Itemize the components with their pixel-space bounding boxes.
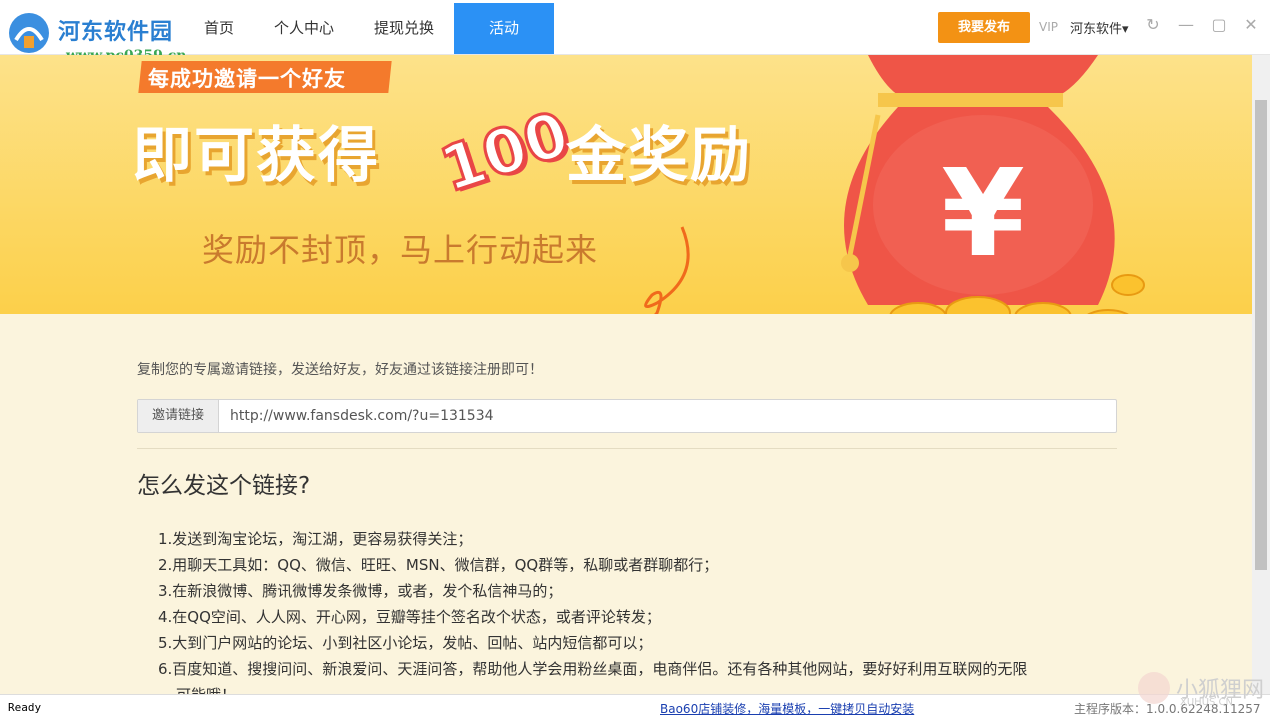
vip-badge[interactable]: VIP — [1039, 20, 1058, 34]
close-icon[interactable]: ✕ — [1240, 14, 1262, 36]
promo-banner: 每成功邀请一个好友 即可获得 100 金奖励 奖励不封顶，马上行动起来 ¥ — [0, 55, 1252, 314]
invite-link-box: 邀请链接 — [137, 399, 1120, 433]
invite-link-input[interactable] — [220, 400, 1120, 432]
list-item: 6.百度知道、搜搜问问、新浪爱问、天涯问答，帮助他人学会用粉丝桌面，电商伴侣。还… — [158, 660, 1028, 678]
invite-intro-text: 复制您的专属邀请链接，发送给好友，好友通过该链接注册即可！ — [137, 362, 543, 378]
list-item: 2.用聊天工具如：QQ、微信、旺旺、MSN、微信群，QQ群等，私聊或者群聊都行； — [158, 556, 719, 574]
banner-slogan: 奖励不封顶，马上行动起来 — [202, 231, 599, 269]
publish-button[interactable]: 我要发布 — [938, 12, 1030, 43]
banner-ribbon-text: 每成功邀请一个好友 — [148, 67, 346, 91]
list-item: 3.在新浪微博、腾讯微博发条微博，或者，发个私信神马的； — [158, 582, 563, 600]
list-item: 5.大到门户网站的论坛、小到社区小论坛，发帖、回帖、站内短信都可以； — [158, 634, 653, 652]
money-bag-icon: ¥ — [841, 55, 1145, 314]
maximize-icon[interactable]: ▢ — [1208, 14, 1230, 36]
howto-steps-list: 1.发送到淘宝论坛，淘江湖，更容易获得关注； 2.用聊天工具如：QQ、微信、旺旺… — [158, 526, 1118, 708]
curved-arrow-icon — [644, 226, 690, 314]
howto-title: 怎么发这个链接? — [137, 473, 311, 499]
scrollbar-thumb[interactable] — [1255, 100, 1267, 570]
nav-item-personal-center[interactable]: 个人中心 — [254, 3, 354, 54]
status-bar: Ready Bao60店铺装修，海量模板，一键拷贝自动安装 主程序版本：1.0.… — [0, 694, 1270, 721]
nav-item-activity[interactable]: 活动 — [454, 3, 555, 54]
app-logo-icon — [9, 13, 49, 53]
main-nav: 首页 个人中心 提现兑换 活动 — [184, 3, 555, 54]
invite-link-label: 邀请链接 — [138, 400, 219, 432]
status-ready-text: Ready — [8, 701, 42, 714]
refresh-icon[interactable]: ↻ — [1142, 14, 1164, 36]
list-item: 1.发送到淘宝论坛，淘江湖，更容易获得关注； — [158, 530, 473, 548]
banner-headline-right: 金奖励 — [566, 121, 752, 191]
nav-item-withdraw[interactable]: 提现兑换 — [354, 3, 454, 54]
watermark-url: XUHUS.CN — [1180, 697, 1233, 708]
nav-item-home[interactable]: 首页 — [184, 3, 254, 54]
user-menu[interactable]: 河东软件▾ — [1070, 18, 1129, 37]
content-area: 复制您的专属邀请链接，发送给好友，好友通过该链接注册即可！ 邀请链接 怎么发这个… — [0, 314, 1252, 704]
minimize-icon[interactable]: — — [1175, 14, 1197, 36]
app-logo-text: 河东软件园 — [58, 20, 174, 45]
top-bar: 河东软件园 www.pc0359.cn 首页 个人中心 提现兑换 活动 我要发布… — [0, 0, 1270, 64]
yen-symbol: ¥ — [941, 145, 1025, 284]
list-item: 4.在QQ空间、人人网、开心网，豆瓣等挂个签名改个状态，或者评论转发； — [158, 608, 661, 626]
banner-headline-left: 即可获得 — [132, 121, 380, 191]
status-ad-link[interactable]: Bao60店铺装修，海量模板，一键拷贝自动安装 — [660, 700, 914, 717]
divider — [137, 448, 1117, 449]
